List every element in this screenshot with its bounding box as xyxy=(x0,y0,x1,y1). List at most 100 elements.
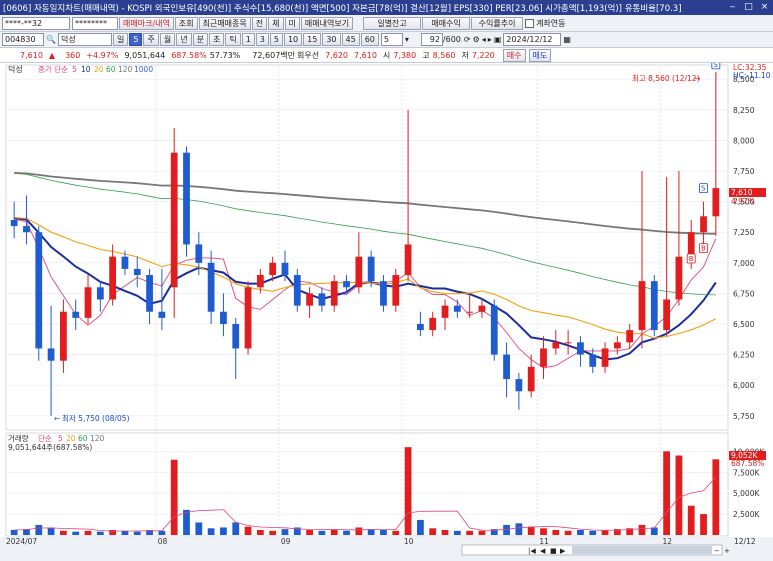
trade-profit-button[interactable]: 매매수익 xyxy=(422,16,471,30)
stock-code-input[interactable]: 004830 xyxy=(2,33,44,46)
checkbox-icon[interactable] xyxy=(525,18,535,28)
volume-bar xyxy=(650,527,658,535)
scroll-stop-icon[interactable]: ■ xyxy=(550,547,557,555)
scroll-prev-icon[interactable]: ◀ xyxy=(540,547,546,555)
volume-bar xyxy=(564,530,572,535)
period-week[interactable]: 주 xyxy=(143,33,159,46)
candle-body xyxy=(330,281,338,306)
zoom-out-icon[interactable]: − xyxy=(714,547,720,555)
volume-panel[interactable] xyxy=(5,432,729,537)
price-panel[interactable] xyxy=(5,64,729,431)
scroll-controls[interactable]: |◀ ◀ ■ ▶ − + xyxy=(461,544,730,556)
x-tick-label: 09 xyxy=(281,537,291,546)
volume-bar xyxy=(96,531,104,535)
scroll-next-icon[interactable]: ▶ xyxy=(560,547,566,555)
zoom-in-icon[interactable]: + xyxy=(724,547,730,555)
unfilled-button[interactable]: 미 xyxy=(284,16,300,30)
buy-marker[interactable]: B xyxy=(699,243,708,254)
candle-body xyxy=(96,287,104,300)
trade-amount: 72,607백만 xyxy=(252,50,296,60)
candle[interactable] xyxy=(490,299,498,361)
recent-trade-button[interactable]: 최근매매종목 xyxy=(198,16,251,30)
candle[interactable] xyxy=(183,146,190,257)
calendar-icon[interactable]: ▦ xyxy=(563,35,571,44)
interval-15[interactable]: 15 xyxy=(303,33,322,46)
volume-ma-60: 60 xyxy=(78,434,88,443)
daily-balance-button[interactable]: 일별잔고 xyxy=(363,16,422,30)
buy-button[interactable]: 매수 xyxy=(502,48,526,62)
candle[interactable] xyxy=(244,281,252,355)
interval-60[interactable]: 60 xyxy=(360,33,379,46)
candle-body xyxy=(577,342,584,355)
data-total: 600 xyxy=(445,35,461,44)
candle-body xyxy=(650,281,658,331)
lock-icon[interactable]: ▣ xyxy=(494,35,502,44)
candle-body xyxy=(60,311,67,361)
chart-area[interactable]: SSBB 8,500 8,250 8,000 7,750 7,500 7,250 7,000… xyxy=(0,59,773,561)
minimize-icon[interactable]: ‒ xyxy=(726,1,739,13)
refresh-icon[interactable]: ⟳ xyxy=(464,35,471,44)
trade-history-button[interactable]: 매매내역보기 xyxy=(300,16,354,30)
query-button[interactable]: 조회 xyxy=(174,16,198,30)
interval-1[interactable]: 1 xyxy=(241,33,255,46)
sell-marker[interactable]: S xyxy=(699,183,708,194)
period-year[interactable]: 년 xyxy=(176,33,192,46)
y-tick-label: 6,000 xyxy=(733,381,755,390)
sell-button[interactable]: 매도 xyxy=(528,48,552,62)
y-tick-label: 8,250 xyxy=(733,106,755,115)
filled-button[interactable]: 체 xyxy=(268,16,284,30)
period-second[interactable]: 초 xyxy=(208,33,225,46)
data-count-input[interactable]: 92 xyxy=(420,33,443,46)
interval-10[interactable]: 10 xyxy=(283,33,303,46)
search-icon[interactable]: 🔍 xyxy=(46,35,56,44)
candle-body xyxy=(195,244,203,263)
candle-body xyxy=(232,323,240,349)
candle[interactable] xyxy=(35,226,43,361)
return-trend-button[interactable]: 수익률추이 xyxy=(471,16,524,30)
ma-1000-label: 1000 xyxy=(134,65,153,74)
password-field[interactable]: ******** xyxy=(72,16,118,30)
period-day[interactable]: 일 xyxy=(112,33,129,46)
volume-ma-20: 20 xyxy=(66,434,76,443)
candle-body xyxy=(133,268,141,276)
volume-bar xyxy=(675,455,683,535)
price-chart[interactable]: SSBB 8,5008,2508,0007,7507,5007,2507,000… xyxy=(0,59,773,561)
trade-mark-button[interactable]: 매매마크/내역 xyxy=(119,16,174,30)
buy-marker[interactable]: B xyxy=(686,253,696,264)
nav-prev-icon[interactable]: ◂ xyxy=(482,35,486,44)
period-tick[interactable]: 틱 xyxy=(225,33,241,46)
period-day-count[interactable]: 5 xyxy=(129,33,143,46)
account-select[interactable]: ****-**32 xyxy=(2,16,70,30)
chart-settings-icon[interactable]: ⚙ xyxy=(473,35,480,44)
close-icon[interactable]: × xyxy=(758,1,771,13)
y-tick-label: 5,750 xyxy=(733,412,755,421)
interval-select[interactable]: 5 xyxy=(380,33,403,46)
period-month[interactable]: 월 xyxy=(159,33,176,46)
high-price: 8,560 xyxy=(432,50,456,60)
all-button[interactable]: 전 xyxy=(251,16,268,30)
volume-bar xyxy=(269,530,277,535)
scrollbar-thumb[interactable] xyxy=(572,546,712,554)
interval-5[interactable]: 5 xyxy=(269,33,283,46)
candle-body xyxy=(417,323,424,331)
sell-marker[interactable]: S xyxy=(711,59,721,70)
y-tick-label: 6,500 xyxy=(733,320,755,329)
candle-body xyxy=(23,226,30,233)
candle[interactable] xyxy=(293,268,301,312)
maximize-icon[interactable]: □ xyxy=(742,1,755,13)
chevron-down-icon[interactable]: ▾ xyxy=(405,35,409,44)
chart-stock-name: 덕성 xyxy=(8,64,23,74)
candle[interactable] xyxy=(650,275,658,337)
scroll-first-icon[interactable]: |◀ xyxy=(528,547,536,555)
stock-name-field[interactable]: 덕성 xyxy=(57,33,112,46)
period-minute[interactable]: 분 xyxy=(192,33,208,46)
interval-45[interactable]: 45 xyxy=(341,33,360,46)
date-input[interactable]: 2024/12/12 xyxy=(503,33,562,46)
nav-next-icon[interactable]: ▸ xyxy=(488,35,492,44)
candle[interactable] xyxy=(392,268,400,312)
marker-label: B xyxy=(701,245,706,253)
price-tag: 7,610 xyxy=(731,188,753,197)
interval-3[interactable]: 3 xyxy=(255,33,269,46)
account-link-checkbox[interactable]: 계좌연동 xyxy=(525,18,566,29)
interval-30[interactable]: 30 xyxy=(322,33,341,46)
